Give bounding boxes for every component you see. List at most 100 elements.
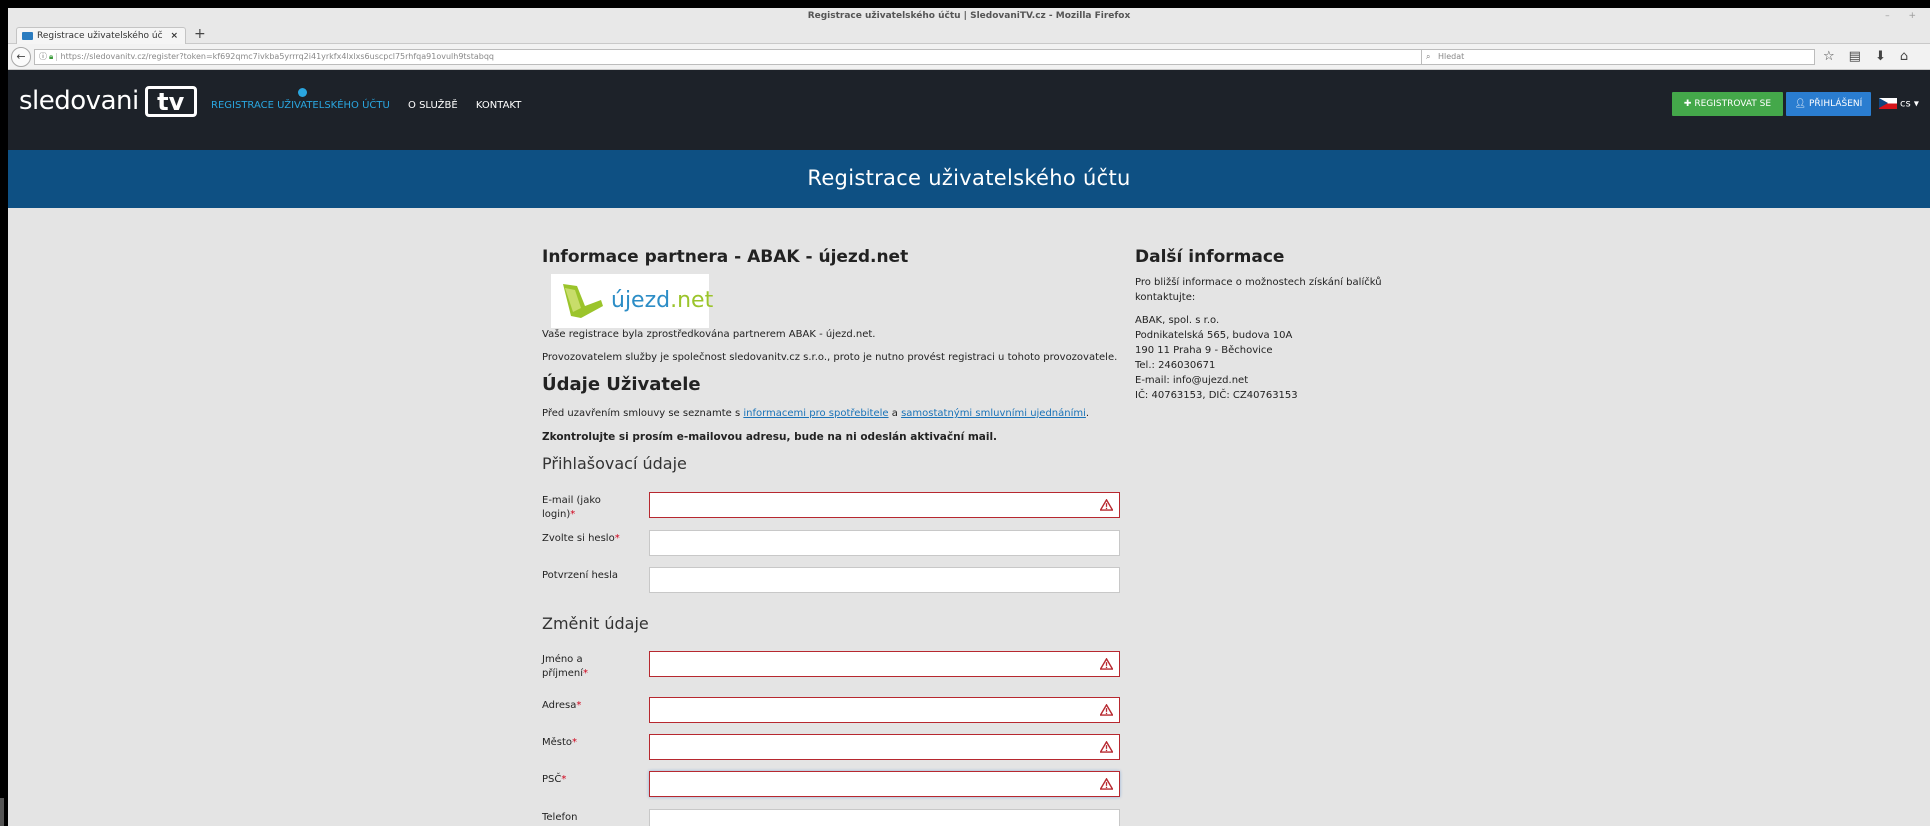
postcode-label-text: PSČ xyxy=(542,774,562,785)
terms-suffix: . xyxy=(1085,408,1090,419)
warning-icon xyxy=(1100,704,1113,716)
info-intro: Pro bližší informace o možnostech získán… xyxy=(1135,277,1382,303)
address-field[interactable] xyxy=(649,697,1120,723)
password-confirm-label: Potvrzení hesla xyxy=(542,569,622,583)
contact-phone: Tel.: 246030671 xyxy=(1135,360,1216,371)
phone-row: Telefon xyxy=(542,809,1122,826)
page-title-banner: Registrace uživatelského účtu xyxy=(8,150,1930,208)
bookmark-star-icon[interactable]: ☆ xyxy=(1823,49,1849,64)
password-field[interactable] xyxy=(649,530,1120,556)
nav-active-indicator xyxy=(298,88,307,97)
login-button-label: PŘIHLÁŠENÍ xyxy=(1809,99,1863,109)
tab-title: Registrace uživatelského úč xyxy=(37,31,163,41)
postcode-label: PSČ* xyxy=(542,773,622,787)
address-label: Adresa* xyxy=(542,699,622,713)
search-input[interactable]: ⌕ Hledat xyxy=(1421,49,1815,65)
url-path: /register?token=kf692qmc7ivkba5yrrrq2i41… xyxy=(145,52,494,61)
partner-logo-mark-icon xyxy=(563,284,603,318)
favicon-icon xyxy=(22,32,33,40)
phone-label-text: Telefon xyxy=(542,812,578,823)
czech-flag-icon xyxy=(1879,98,1897,109)
contact-city: 190 11 Praha 9 - Běchovice xyxy=(1135,345,1273,356)
city-field[interactable] xyxy=(649,734,1120,760)
warning-icon xyxy=(1100,499,1113,511)
partner-note: Vaše registrace byla zprostředkována par… xyxy=(542,329,876,340)
contact-company: ABAK, spol. s r.o. xyxy=(1135,315,1220,326)
url-host: https://sledovanitv.cz xyxy=(60,52,146,61)
window-controls[interactable]: – + xyxy=(1885,8,1924,24)
contact-street: Podnikatelská 565, budova 10A xyxy=(1135,330,1293,341)
required-mark: * xyxy=(576,700,582,711)
password-label-text: Zvolte si heslo xyxy=(542,533,615,544)
consumer-info-link[interactable]: informacemi pro spotřebitele xyxy=(743,408,888,419)
phone-label: Telefon xyxy=(542,811,622,825)
browser-window: Registrace uživatelského účtu | Sledovan… xyxy=(8,8,1930,826)
nav-link-registration[interactable]: REGISTRACE UŽIVATELSKÉHO ÚČTU xyxy=(211,100,390,111)
email-field[interactable] xyxy=(649,492,1120,518)
password-confirm-field[interactable] xyxy=(649,567,1120,593)
partner-heading: Informace partnera - ABAK - újezd.net xyxy=(542,247,909,267)
search-icon: ⌕ xyxy=(1426,52,1431,61)
site-logo[interactable]: sledovani tv xyxy=(19,84,197,120)
fullname-row: Jméno a příjmení* xyxy=(542,651,1122,681)
home-icon[interactable]: ⌂ xyxy=(1900,49,1922,64)
fullname-label-text: Jméno a příjmení xyxy=(542,654,584,679)
warning-icon xyxy=(1100,658,1113,670)
email-row: E-mail (jako login)* xyxy=(542,492,1122,522)
logo-word: sledovani xyxy=(19,86,139,116)
download-icon[interactable]: ⬇ xyxy=(1875,49,1900,64)
city-label: Město* xyxy=(542,736,622,750)
password-row: Zvolte si heslo* xyxy=(542,530,1122,560)
warning-icon xyxy=(1100,741,1113,753)
email-check-notice: Zkontrolujte si prosím e-mailovou adresu… xyxy=(542,431,998,443)
phone-field[interactable] xyxy=(649,809,1120,826)
change-section-heading: Změnit údaje xyxy=(542,614,649,633)
language-selector[interactable]: cs ▾ xyxy=(1879,98,1919,110)
address-label-text: Adresa xyxy=(542,700,577,711)
provider-note: Provozovatelem služby je společnost sled… xyxy=(542,352,1118,363)
page-title: Registrace uživatelského účtu xyxy=(807,166,1131,190)
login-button[interactable]: 👤︎ PŘIHLÁŠENÍ xyxy=(1786,92,1871,116)
user-icon: 👤︎ xyxy=(1794,99,1809,109)
url-bar[interactable]: ⓘ 🔒︎ | https://sledovanitv.cz/register?tok… xyxy=(34,49,1426,65)
tab-close-icon[interactable]: × xyxy=(170,28,178,44)
browser-tab[interactable]: Registrace uživatelského úč × xyxy=(16,27,186,45)
partner-logo-text: újezd.net xyxy=(611,288,713,313)
terms-note: Před uzavřením smlouvy se seznamte s inf… xyxy=(542,408,1089,419)
site-info-icon[interactable]: ⓘ xyxy=(39,52,47,61)
partner-logo-main: újezd xyxy=(611,288,671,313)
screen: Registrace uživatelského účtu | Sledovan… xyxy=(0,0,1930,826)
register-button[interactable]: ✚ REGISTROVAT SE xyxy=(1672,92,1783,116)
contract-terms-link[interactable]: samostatnými smluvními ujednáními xyxy=(901,408,1086,419)
logo-tv-box: tv xyxy=(144,86,197,117)
password-confirm-row: Potvrzení hesla xyxy=(542,567,1122,597)
contact-details: ABAK, spol. s r.o. Podnikatelská 565, bu… xyxy=(1135,313,1405,403)
address-row: Adresa* xyxy=(542,697,1122,727)
postcode-field[interactable] xyxy=(649,771,1120,797)
info-heading: Další informace xyxy=(1135,247,1285,267)
nav-toolbar: ← ⓘ 🔒︎ | https://sledovanitv.cz/register?t… xyxy=(8,44,1930,70)
lock-icon: 🔒︎ xyxy=(49,52,54,61)
window-title: Registrace uživatelského účtu | Sledovan… xyxy=(807,11,1131,21)
postcode-row: PSČ* xyxy=(542,771,1122,801)
screen-edge xyxy=(0,798,4,826)
caret-down-icon: ▾ xyxy=(1913,98,1919,110)
fullname-field[interactable] xyxy=(649,651,1120,677)
fullname-label: Jméno a příjmení* xyxy=(542,653,622,681)
back-button[interactable]: ← xyxy=(11,47,31,67)
login-section-heading: Přihlašovací údaje xyxy=(542,454,687,473)
terms-prefix: Před uzavřením smlouvy se seznamte s xyxy=(542,408,744,419)
required-mark: * xyxy=(572,737,578,748)
plus-icon: ✚ xyxy=(1683,99,1695,109)
new-tab-button[interactable]: + xyxy=(194,26,206,42)
nav-link-about[interactable]: O SLUŽBĚ xyxy=(408,100,458,111)
toolbar-icons: ☆▤⬇⌂ xyxy=(1823,49,1922,64)
contact-ids: IČ: 40763153, DIČ: CZ40763153 xyxy=(1135,390,1298,401)
reading-list-icon[interactable]: ▤ xyxy=(1849,49,1875,64)
language-label: cs xyxy=(1900,98,1911,110)
user-heading: Údaje Uživatele xyxy=(542,374,701,395)
nav-link-contact[interactable]: KONTAKT xyxy=(476,100,521,111)
partner-logo: újezd.net xyxy=(551,274,713,328)
register-button-label: REGISTROVAT SE xyxy=(1694,99,1772,109)
required-mark: * xyxy=(561,774,567,785)
